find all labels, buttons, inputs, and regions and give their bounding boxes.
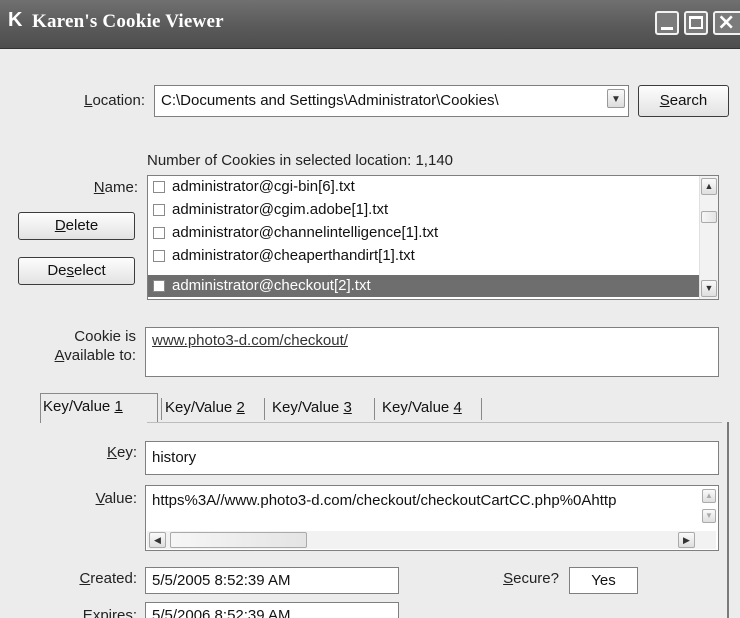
list-item[interactable]: administrator@channelintelligence[1].txt bbox=[148, 222, 701, 244]
available-label: Cookie is Available to: bbox=[54, 328, 136, 364]
secure-label: Secure? bbox=[503, 570, 559, 587]
list-item-selected[interactable]: administrator@checkout[2].txt bbox=[148, 275, 701, 297]
value-label: Value: bbox=[95, 490, 137, 507]
location-combobox[interactable]: C:\Documents and Settings\Administrator\… bbox=[154, 85, 629, 117]
checkbox[interactable] bbox=[153, 280, 165, 292]
window-title: Karen's Cookie Viewer bbox=[32, 11, 224, 32]
scroll-up-icon[interactable]: ▲ bbox=[701, 178, 717, 195]
delete-button[interactable]: Delete bbox=[18, 212, 135, 240]
scroll-down-icon[interactable]: ▼ bbox=[702, 509, 716, 523]
key-field[interactable]: history bbox=[145, 441, 719, 475]
location-label: Location: bbox=[84, 92, 145, 109]
minimize-icon bbox=[661, 27, 673, 30]
secure-field[interactable]: Yes bbox=[569, 567, 638, 594]
minimize-button[interactable] bbox=[655, 11, 679, 35]
value-horizontal-scrollbar[interactable]: ◀ ▶ bbox=[147, 531, 716, 549]
title-bar[interactable]: K Karen's Cookie Viewer × bbox=[0, 0, 740, 49]
cookie-viewer-window: K Karen's Cookie Viewer × Location: C:\D… bbox=[0, 0, 740, 618]
cookie-list[interactable]: administrator@cgi-bin[6].txt administrat… bbox=[147, 175, 719, 300]
list-item[interactable]: administrator@cgim.adobe[1].txt bbox=[148, 199, 701, 221]
scroll-down-icon[interactable]: ▼ bbox=[701, 280, 717, 297]
list-item[interactable]: administrator@cheaperthandirt[1].txt bbox=[148, 245, 701, 267]
key-label: Key: bbox=[106, 444, 137, 461]
created-label: Created: bbox=[79, 570, 137, 587]
close-button[interactable]: × bbox=[713, 10, 740, 35]
search-button[interactable]: Search bbox=[638, 85, 729, 117]
tab-key-value-1[interactable]: Key/Value 1 bbox=[40, 393, 158, 423]
maximize-icon bbox=[689, 16, 703, 29]
tab-separator bbox=[161, 398, 162, 420]
expires-field[interactable]: 5/5/2006 8:52:39 AM bbox=[145, 602, 399, 618]
expires-label: Expires: bbox=[82, 607, 137, 618]
checkbox[interactable] bbox=[153, 250, 165, 262]
tab-separator bbox=[481, 398, 482, 420]
cookie-count-text: Number of Cookies in selected location: … bbox=[147, 152, 454, 169]
maximize-button[interactable] bbox=[684, 11, 708, 35]
tab-panel-right-border bbox=[727, 422, 729, 618]
scroll-thumb[interactable] bbox=[701, 211, 717, 223]
location-value: C:\Documents and Settings\Administrator\… bbox=[161, 92, 499, 109]
scroll-left-icon[interactable]: ◀ bbox=[149, 532, 166, 548]
deselect-button[interactable]: Deselect bbox=[18, 257, 135, 285]
tab-separator bbox=[264, 398, 265, 420]
scroll-up-icon[interactable]: ▲ bbox=[702, 489, 716, 503]
available-to-field[interactable]: www.photo3-d.com/checkout/ bbox=[145, 327, 719, 377]
checkbox[interactable] bbox=[153, 204, 165, 216]
tab-key-value-3[interactable]: Key/Value 3 bbox=[270, 395, 354, 422]
tab-separator bbox=[374, 398, 375, 420]
tab-key-value-2[interactable]: Key/Value 2 bbox=[163, 395, 247, 422]
checkbox[interactable] bbox=[153, 181, 165, 193]
close-icon: × bbox=[717, 10, 736, 35]
app-icon: K bbox=[8, 9, 23, 31]
tab-panel-border bbox=[147, 422, 722, 423]
location-label-text: ocation: bbox=[92, 92, 145, 109]
created-field[interactable]: 5/5/2005 8:52:39 AM bbox=[145, 567, 399, 594]
checkbox[interactable] bbox=[153, 227, 165, 239]
chevron-down-icon[interactable]: ▼ bbox=[607, 89, 625, 108]
scroll-right-icon[interactable]: ▶ bbox=[678, 532, 695, 548]
scroll-thumb[interactable] bbox=[170, 532, 307, 548]
name-label: Name: bbox=[93, 179, 138, 196]
value-field[interactable]: https%3A//www.photo3-d.com/checkout/chec… bbox=[145, 485, 719, 551]
list-scrollbar[interactable]: ▲ ▼ bbox=[699, 176, 718, 299]
available-to-link[interactable]: www.photo3-d.com/checkout/ bbox=[152, 332, 348, 349]
list-item[interactable]: administrator@cgi-bin[6].txt bbox=[148, 176, 701, 198]
tab-key-value-4[interactable]: Key/Value 4 bbox=[380, 395, 464, 422]
